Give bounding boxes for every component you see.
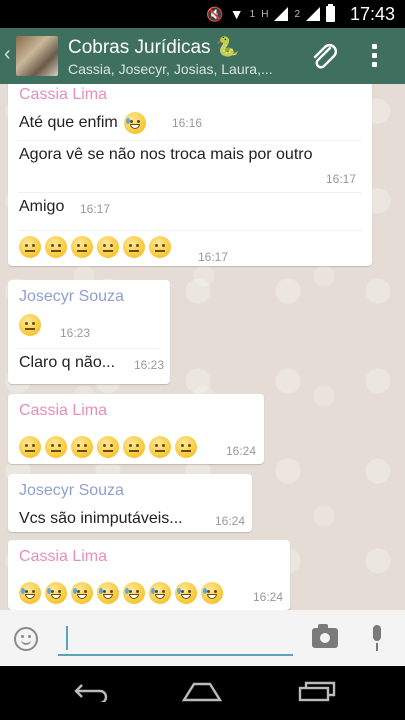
sender-name[interactable]: Josecyr Souza [19,482,124,500]
message-timestamp: 16:24 [253,590,284,604]
message-divider [18,140,362,141]
message-text-content: Vcs são inimputáveis... [19,510,183,527]
message-timestamp: 16:24 [226,444,257,458]
message-text: Amigo [19,198,64,216]
nav-recents-icon[interactable] [296,680,336,707]
message-divider [18,348,160,349]
neutral-emoji-icon [71,236,93,258]
overflow-menu-icon[interactable] [372,44,378,71]
back-icon[interactable]: ‹ [4,43,11,66]
unamused-emoji-icon [19,436,41,458]
nav-back-icon[interactable] [70,680,110,707]
message-text-content: Claro q não... [19,354,116,371]
neutral-emoji-icon [45,236,67,258]
neutral-emoji-icon [123,236,145,258]
message-text [19,436,201,458]
message-bubble[interactable]: Josecyr Souza 16:23 Claro q não... 16:23 [8,280,170,384]
message-text [19,582,227,604]
sim1-label: 1 [249,8,256,20]
laugh-emoji-icon [149,582,171,604]
message-text: Claro q não... [19,354,115,372]
neutral-emoji-icon [149,236,171,258]
message-bubble[interactable]: Cassia Lima 16:24 [8,540,290,610]
message-text-content: Até que enfim [19,114,118,132]
message-bubble[interactable]: Josecyr Souza Vcs são inimputáveis... 16:2… [8,474,252,532]
nav-home-icon[interactable] [180,680,224,707]
message-text-field[interactable] [64,626,289,650]
status-bar: 🔇 ▼ 1 H 2 17:43 [0,0,405,28]
wifi-icon: ▼ [229,6,244,22]
sender-name[interactable]: Cassia Lima [19,548,107,566]
message-bubble[interactable]: Cassia Lima Até que enfim 16:16 Agora vê se… [8,84,372,266]
camera-icon[interactable] [312,624,338,648]
unamused-emoji-icon [19,314,41,336]
message-divider [18,230,362,231]
neutral-emoji-icon [19,236,41,258]
clock: 17:43 [349,4,395,24]
group-title[interactable]: Cobras Jurídicas 🐍 [68,35,240,59]
message-timestamp: 16:17 [198,250,229,264]
unamused-emoji-icon [45,436,67,458]
sender-name[interactable]: Josecyr Souza [19,288,124,306]
message-text: Até que enfim [19,112,150,134]
group-avatar[interactable] [16,36,58,76]
message-timestamp: 16:23 [134,358,165,372]
sender-name[interactable]: Cassia Lima [19,402,107,420]
signal2-icon [306,7,320,21]
battery-icon [326,4,335,22]
laugh-emoji-icon [123,582,145,604]
message-text: Vcs são inimputáveis... [19,510,183,528]
smiley-icon[interactable] [14,627,38,651]
message-bubble[interactable]: Cassia Lima 16:24 [8,394,264,464]
mute-icon: 🔇 [206,5,224,22]
navigation-bar [0,666,405,720]
message-input[interactable] [58,622,293,656]
message-timestamp: 16:23 [60,326,91,340]
laugh-emoji-icon [175,582,197,604]
laugh-emoji-icon [201,582,223,604]
laugh-emoji-icon [45,582,67,604]
message-text-content: Agora vê se não nos troca mais por outro [19,146,313,163]
unamused-emoji-icon [123,436,145,458]
message-timestamp: 16:17 [80,202,111,216]
message-text [19,236,175,258]
message-timestamp: 16:24 [215,514,246,528]
paperclip-icon[interactable] [310,42,338,77]
network-type-label: H [261,8,269,20]
sender-name[interactable]: Cassia Lima [19,86,107,104]
message-timestamp: 16:16 [172,116,203,130]
laugh-emoji-icon [123,112,146,134]
signal-icon [274,7,289,21]
sim2-label: 2 [294,8,300,20]
laugh-emoji-icon [97,582,119,604]
unamused-emoji-icon [71,436,93,458]
laugh-emoji-icon [19,582,41,604]
participants-list[interactable]: Cassia, Josecyr, Josias, Laura,... [68,61,300,77]
message-text-content: Amigo [19,198,65,215]
chat-header[interactable]: ‹ Cobras Jurídicas 🐍 Cassia, Josecyr, Jo… [0,28,405,84]
message-timestamp: 16:17 [326,172,357,186]
microphone-icon[interactable] [370,625,384,651]
unamused-emoji-icon [175,436,197,458]
message-list[interactable]: Cassia Lima Até que enfim 16:16 Agora vê se… [0,84,405,610]
message-text: Agora vê se não nos troca mais por outro [19,146,313,164]
laugh-emoji-icon [71,582,93,604]
compose-bar [0,610,405,666]
unamused-emoji-icon [97,436,119,458]
unamused-emoji-icon [149,436,171,458]
neutral-emoji-icon [97,236,119,258]
status-icons: 🔇 ▼ 1 H 2 [206,4,335,23]
message-divider [18,192,362,193]
message-text [19,314,45,336]
